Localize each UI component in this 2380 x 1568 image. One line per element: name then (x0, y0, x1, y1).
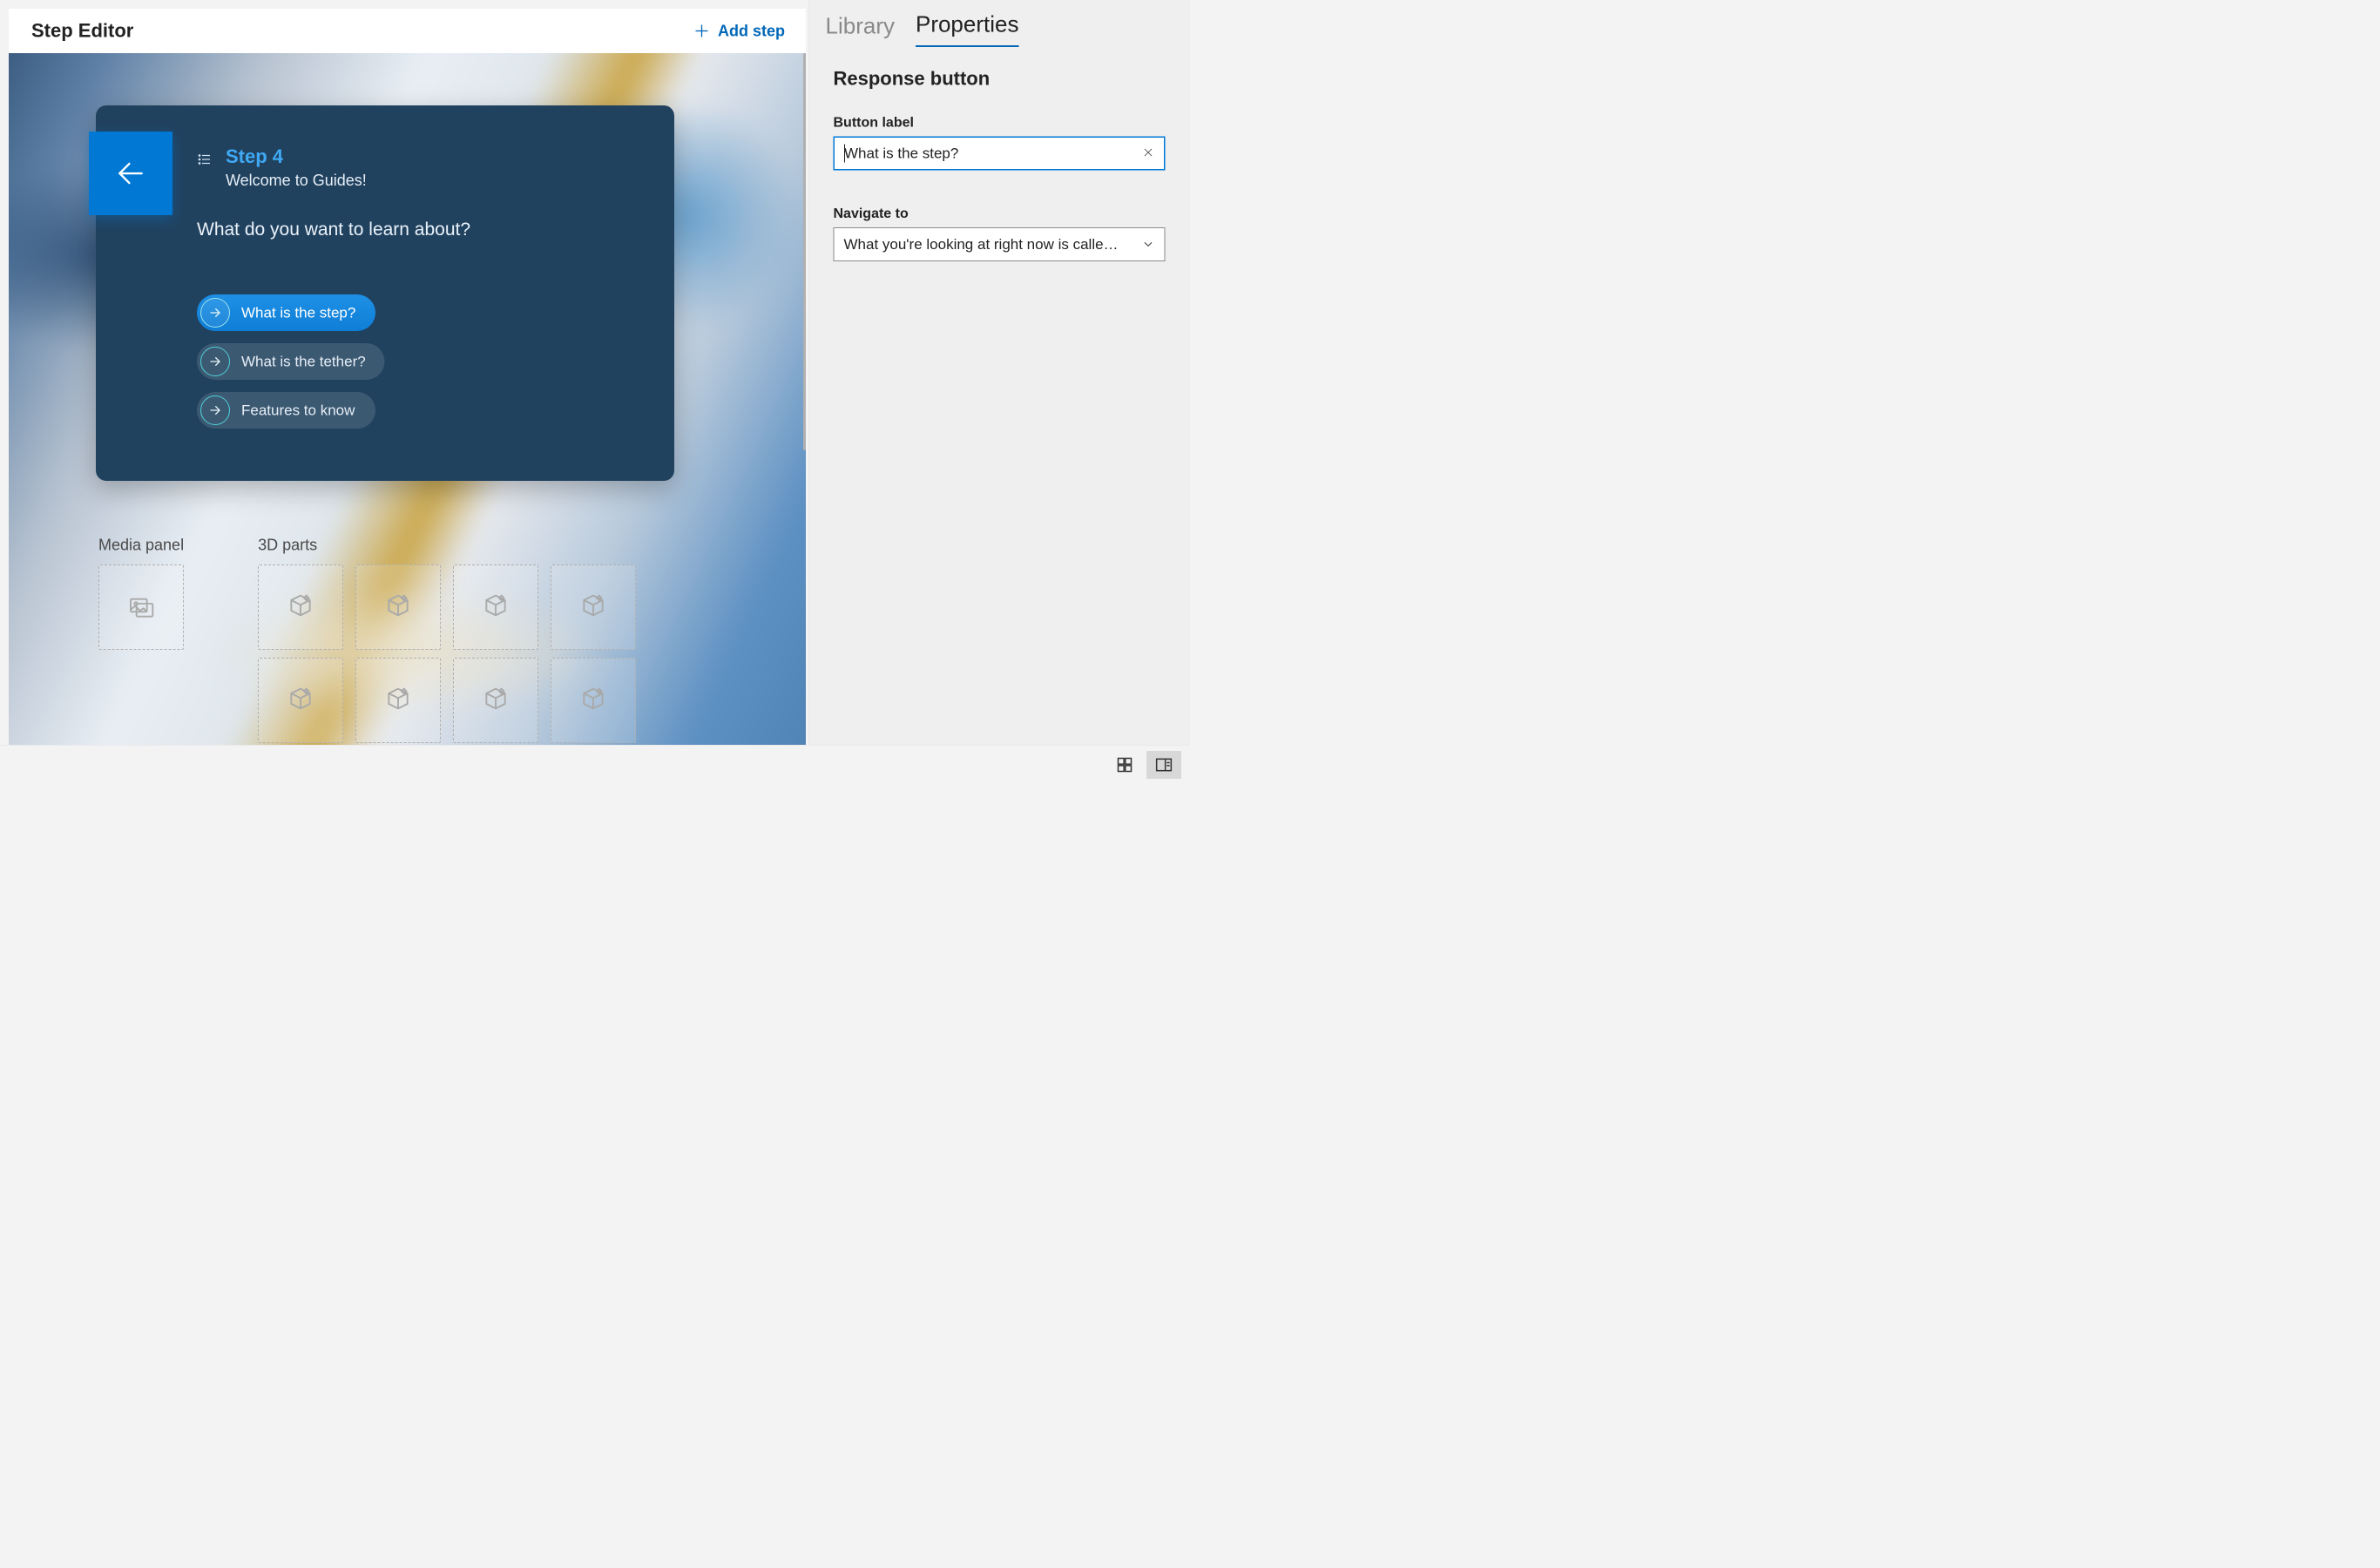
add-step-label: Add step (718, 22, 785, 40)
cube-icon (579, 686, 607, 714)
image-icon (127, 593, 155, 621)
media-slot[interactable] (98, 564, 184, 650)
detail-view-icon (1155, 756, 1173, 774)
preview-area: Step 4 Welcome to Guides! What do you wa… (9, 53, 806, 775)
arrow-left-icon (114, 157, 147, 190)
detail-view-button[interactable] (1146, 751, 1181, 779)
chevron-down-icon (1142, 238, 1155, 251)
cube-icon (287, 593, 314, 621)
page-title: Step Editor (31, 20, 133, 42)
arrow-right-icon (209, 307, 222, 320)
back-button[interactable] (89, 132, 172, 215)
step-prompt: What do you want to learn about? (197, 219, 470, 240)
response-button-3[interactable]: Features to know (197, 392, 375, 429)
bottom-toolbar (0, 745, 1190, 784)
step-subtitle: Welcome to Guides! (226, 171, 367, 189)
close-icon (1142, 146, 1154, 159)
preview-scrollbar[interactable] (803, 53, 806, 775)
3d-part-slot[interactable] (258, 658, 343, 743)
arrow-right-icon (209, 355, 222, 368)
3d-part-slot[interactable] (551, 564, 636, 650)
add-step-button[interactable]: Add step (693, 22, 785, 40)
cube-icon (384, 593, 412, 621)
button-label-value: What is the step? (844, 145, 958, 162)
cube-icon (482, 593, 510, 621)
button-label-input[interactable]: What is the step? (834, 137, 1166, 171)
response-label: What is the tether? (241, 353, 366, 370)
cube-icon (287, 686, 314, 714)
3d-part-slot[interactable] (453, 658, 538, 743)
3d-part-slot[interactable] (258, 564, 343, 650)
tab-properties[interactable]: Properties (916, 11, 1019, 47)
tab-library[interactable]: Library (826, 13, 895, 47)
cube-icon (384, 686, 412, 714)
response-button-1[interactable]: What is the step? (197, 294, 375, 331)
step-card: Step 4 Welcome to Guides! What do you wa… (96, 105, 674, 481)
cube-icon (579, 593, 607, 621)
step-title: Step 4 (226, 145, 367, 168)
clear-input-button[interactable] (1142, 146, 1154, 161)
response-list: What is the step? What is the tether? Fe… (197, 294, 385, 429)
properties-section-title: Response button (834, 68, 1166, 90)
grid-view-button[interactable] (1107, 751, 1142, 779)
navigate-to-field-label: Navigate to (834, 206, 1166, 222)
plus-icon (693, 22, 711, 40)
3d-parts-label: 3D parts (258, 536, 636, 554)
button-label-field-label: Button label (834, 114, 1166, 131)
response-label: What is the step? (241, 304, 355, 321)
outline-list-icon (197, 152, 213, 167)
navigate-to-dropdown[interactable]: What you're looking at right now is call… (834, 227, 1166, 261)
grid-icon (1116, 756, 1133, 774)
3d-part-slot[interactable] (453, 564, 538, 650)
side-tabs: Library Properties (809, 0, 1191, 47)
3d-part-slot[interactable] (355, 564, 441, 650)
media-panel-label: Media panel (98, 536, 184, 554)
editor-header: Step Editor Add step (9, 9, 806, 53)
navigate-to-value: What you're looking at right now is call… (844, 236, 1119, 253)
arrow-right-icon (209, 404, 222, 417)
3d-part-slot[interactable] (551, 658, 636, 743)
response-label: Features to know (241, 402, 355, 419)
cube-icon (482, 686, 510, 714)
response-button-2[interactable]: What is the tether? (197, 343, 385, 380)
3d-part-slot[interactable] (355, 658, 441, 743)
